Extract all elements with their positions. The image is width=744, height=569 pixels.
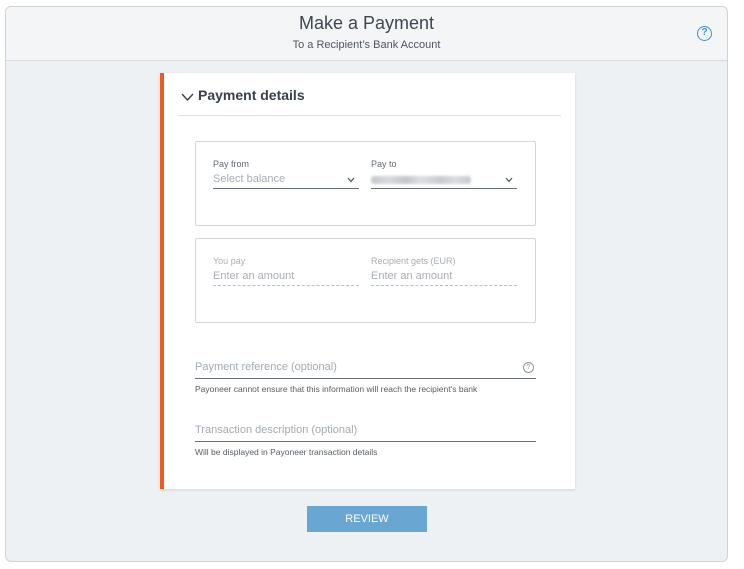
transaction-description-field[interactable]: Transaction description (optional) Will …: [195, 424, 536, 457]
transaction-description-hint: Will be displayed in Payoneer transactio…: [195, 447, 378, 457]
transaction-description-placeholder: Transaction description (optional): [195, 424, 358, 436]
transaction-description-input[interactable]: Transaction description (optional): [195, 424, 536, 442]
chevron-down-icon[interactable]: [347, 177, 355, 183]
recipient-gets-label: Recipient gets (EUR): [371, 256, 456, 266]
you-pay-field[interactable]: You pay Enter an amount: [213, 256, 359, 286]
pay-to-select[interactable]: [371, 173, 517, 189]
payment-reference-hint: Payoneer cannot ensure that this informa…: [195, 384, 478, 394]
pay-from-label: Pay from: [213, 159, 250, 169]
payment-reference-field[interactable]: Payment reference (optional) ? Payoneer …: [195, 361, 536, 394]
pay-to-field[interactable]: Pay to: [371, 159, 517, 189]
amount-box: You pay Enter an amount Recipient gets (…: [195, 238, 536, 323]
recipient-gets-input[interactable]: Enter an amount: [371, 270, 517, 286]
chevron-down-icon[interactable]: [181, 92, 194, 102]
page-title: Make a Payment: [298, 13, 435, 33]
pay-to-label: Pay to: [371, 159, 397, 169]
question-circle-icon[interactable]: ?: [697, 26, 712, 41]
balance-selection-box: Pay from Select balance Pay to: [195, 141, 536, 226]
payment-details-card: Payment details Pay from Select balance …: [160, 73, 575, 489]
you-pay-label: You pay: [213, 256, 246, 266]
pay-from-select[interactable]: Select balance: [213, 173, 359, 189]
section-title: Payment details: [198, 87, 305, 103]
page-subtitle: To a Recipient’s Bank Account: [292, 39, 441, 51]
you-pay-input[interactable]: Enter an amount: [213, 270, 359, 286]
chevron-down-icon[interactable]: [505, 177, 513, 183]
recipient-gets-field[interactable]: Recipient gets (EUR) Enter an amount: [371, 256, 517, 286]
question-circle-icon[interactable]: ?: [523, 362, 534, 373]
review-button[interactable]: REVIEW: [307, 506, 427, 532]
section-header[interactable]: Payment details: [178, 87, 561, 116]
payment-panel: Make a Payment To a Recipient’s Bank Acc…: [5, 6, 728, 562]
payment-reference-input[interactable]: Payment reference (optional) ?: [195, 361, 536, 379]
payment-reference-placeholder: Payment reference (optional): [195, 361, 337, 373]
pay-from-field[interactable]: Pay from Select balance: [213, 159, 359, 189]
pay-to-blurred-value: [371, 176, 471, 184]
page-header: Make a Payment To a Recipient’s Bank Acc…: [6, 7, 727, 61]
pay-from-placeholder: Select balance: [213, 173, 286, 185]
